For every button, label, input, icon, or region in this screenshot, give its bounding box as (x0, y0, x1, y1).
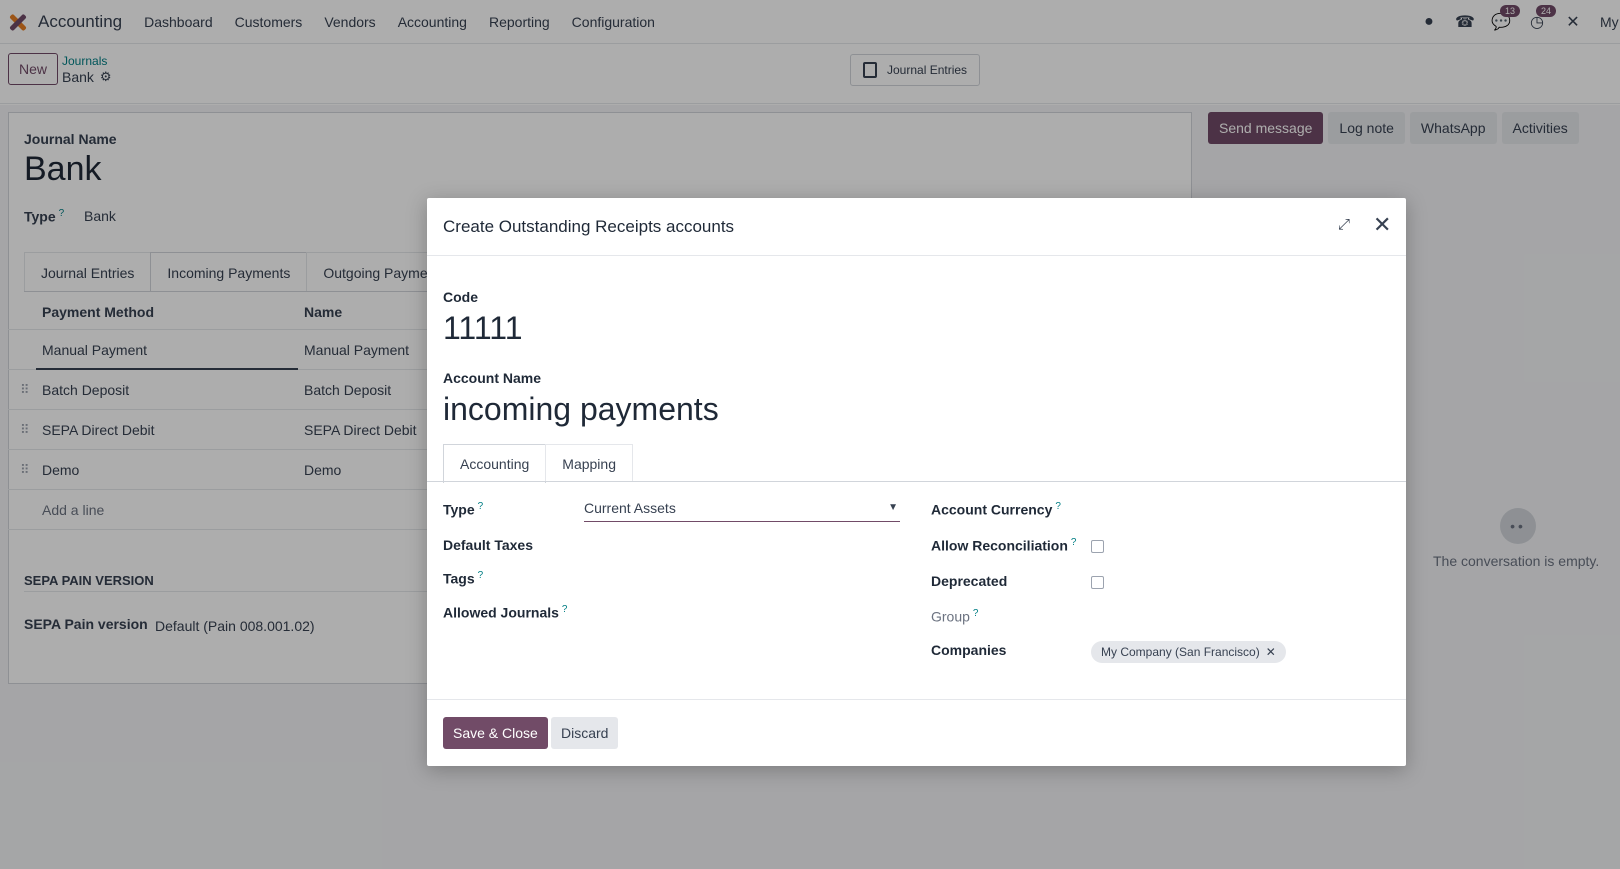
discard-button[interactable]: Discard (551, 717, 619, 749)
help-icon: ? (1055, 501, 1061, 512)
account-currency-label: Account Currency? (931, 501, 1061, 518)
create-account-dialog: Create Outstanding Receipts accounts ⤢ ✕… (427, 198, 1406, 766)
allowed-journals-label-text: Allowed Journals (443, 604, 559, 621)
group-label: Group? (931, 608, 978, 625)
account-type-value: Current Assets (584, 500, 676, 516)
allow-reconciliation-label-text: Allow Reconciliation (931, 537, 1068, 554)
tab-divider (427, 481, 1406, 482)
company-tag-label: My Company (San Francisco) (1101, 645, 1260, 659)
group-label-text: Group (931, 608, 970, 625)
company-tag: My Company (San Francisco) ✕ (1091, 641, 1286, 663)
account-name-label: Account Name (443, 370, 542, 386)
allow-reconciliation-label: Allow Reconciliation? (931, 537, 1076, 554)
allowed-journals-label: Allowed Journals? (443, 604, 567, 621)
allow-reconciliation-checkbox[interactable] (1091, 540, 1104, 553)
tags-label-text: Tags (443, 570, 475, 587)
account-currency-label-text: Account Currency (931, 501, 1053, 518)
help-icon: ? (477, 570, 484, 581)
help-icon: ? (477, 501, 484, 512)
tab-accounting[interactable]: Accounting (443, 444, 547, 483)
help-icon: ? (561, 604, 568, 615)
account-type-label: Type? (443, 501, 483, 518)
default-taxes-label: Default Taxes (443, 537, 533, 553)
deprecated-checkbox[interactable] (1091, 576, 1104, 589)
tab-mapping[interactable]: Mapping (545, 444, 633, 482)
help-icon: ? (1070, 537, 1077, 548)
expand-icon[interactable]: ⤢ (1338, 216, 1350, 233)
close-icon[interactable]: ✕ (1373, 212, 1391, 238)
code-label: Code (443, 289, 478, 305)
dialog-header: Create Outstanding Receipts accounts ⤢ ✕ (427, 198, 1406, 256)
dialog-title: Create Outstanding Receipts accounts (443, 217, 735, 236)
remove-tag-icon[interactable]: ✕ (1266, 645, 1276, 659)
save-close-button[interactable]: Save & Close (443, 717, 548, 749)
dialog-footer: Save & Close Discard (427, 699, 1406, 766)
caret-down-icon: ▼ (888, 502, 898, 513)
deprecated-label: Deprecated (931, 573, 1008, 589)
code-field[interactable]: 11111 (443, 310, 522, 347)
dialog-tabs: Accounting Mapping (443, 444, 633, 483)
account-type-select[interactable]: Current Assets ▼ (584, 500, 900, 522)
tags-label: Tags? (443, 570, 483, 587)
help-icon: ? (972, 608, 979, 619)
account-type-label-text: Type (443, 501, 475, 518)
account-name-field[interactable]: incoming payments (443, 391, 719, 428)
companies-label: Companies (931, 642, 1007, 658)
